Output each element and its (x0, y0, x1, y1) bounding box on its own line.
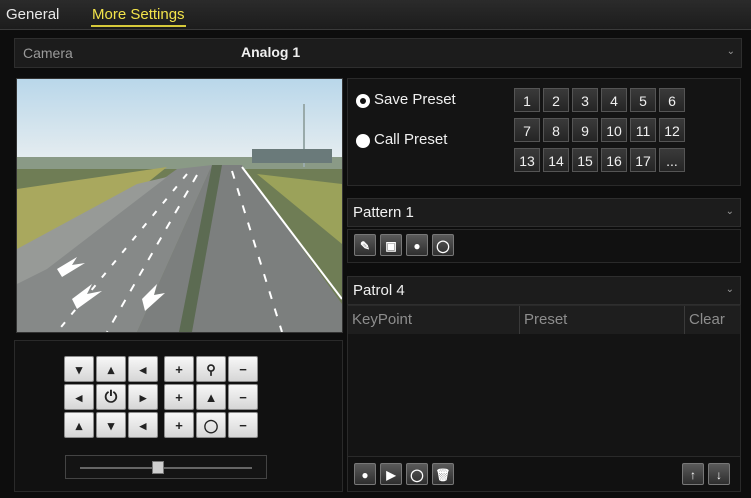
ptz-up-left-button[interactable]: ▴ (64, 412, 94, 438)
preset-number-button[interactable]: 6 (659, 88, 685, 112)
ptz-down-button[interactable]: ▾ (96, 412, 126, 438)
focus-icon[interactable]: ▲ (196, 384, 226, 410)
preset-number-button[interactable]: 13 (514, 148, 540, 172)
preset-number-button[interactable]: 8 (543, 118, 569, 142)
stop-icon[interactable]: ◯ (406, 463, 428, 485)
tab-general[interactable]: General (6, 6, 59, 23)
stop-icon[interactable]: ◯ (432, 234, 454, 256)
ptz-control-panel: ▾ ▴ ◂ + ⚲ − ◂ ⏻ ▸ + ▲ − ▴ ▾ ◂ + ◯ − (14, 340, 343, 492)
column-header-keypoint: KeyPoint (348, 306, 520, 334)
column-header-clear: Clear (685, 306, 740, 334)
patrol-toolbar: ● ▶ ◯ 🗑 ↑ ↓ (347, 456, 741, 492)
ptz-auto-rotate-button[interactable]: ⏻ (96, 384, 126, 410)
ptz-up-button[interactable]: ▴ (96, 356, 126, 382)
record-icon[interactable]: ● (406, 234, 428, 256)
call-preset-radio[interactable] (356, 134, 370, 148)
preset-number-button[interactable]: 10 (601, 118, 627, 142)
patrol-value: Patrol 4 (353, 282, 405, 299)
camera-value: Analog 1 (241, 44, 301, 60)
preset-number-button[interactable]: 16 (601, 148, 627, 172)
preset-number-button[interactable]: 1 (514, 88, 540, 112)
chevron-down-icon: ⌄ (726, 46, 735, 57)
focus-near-button[interactable]: + (164, 384, 194, 410)
pattern-toolbar: ✎ ▣ ● ◯ (347, 229, 741, 263)
zoom-in-button[interactable]: + (164, 356, 194, 382)
preset-number-button[interactable]: 11 (630, 118, 656, 142)
preset-panel: Save Preset Call Preset 1 2 3 4 5 6 7 8 … (347, 78, 741, 186)
iris-close-button[interactable]: − (228, 412, 258, 438)
camera-select[interactable]: Camera Analog 1 ⌄ (14, 38, 742, 68)
preset-number-button[interactable]: 7 (514, 118, 540, 142)
camera-label: Camera (23, 45, 73, 61)
preset-number-button[interactable]: 2 (543, 88, 569, 112)
iris-icon[interactable]: ◯ (196, 412, 226, 438)
preset-number-button[interactable]: 9 (572, 118, 598, 142)
zoom-out-button[interactable]: − (228, 356, 258, 382)
preset-number-button[interactable]: 12 (659, 118, 685, 142)
ptz-down-right-button[interactable]: ◂ (128, 412, 158, 438)
pattern-value: Pattern 1 (353, 204, 414, 221)
save-icon[interactable]: ▣ (380, 234, 402, 256)
trash-icon[interactable]: 🗑 (432, 463, 454, 485)
chevron-down-icon: ⌄ (725, 206, 734, 217)
ptz-left-arrow-button[interactable]: ◂ (64, 384, 94, 410)
pattern-select[interactable]: Pattern 1 ⌄ (347, 198, 741, 227)
ptz-down-left-button[interactable]: ▾ (64, 356, 94, 382)
patrol-select[interactable]: Patrol 4 ⌄ (347, 276, 741, 305)
zoom-icon[interactable]: ⚲ (196, 356, 226, 382)
pencil-icon[interactable]: ✎ (354, 234, 376, 256)
column-header-preset: Preset (520, 306, 685, 334)
ptz-left-button[interactable]: ◂ (128, 356, 158, 382)
iris-open-button[interactable]: + (164, 412, 194, 438)
move-down-icon[interactable]: ↓ (708, 463, 730, 485)
live-video-view[interactable] (16, 78, 343, 333)
preset-number-button[interactable]: 15 (572, 148, 598, 172)
play-icon[interactable]: ▶ (380, 463, 402, 485)
ptz-speed-slider[interactable] (65, 455, 267, 479)
preset-number-button[interactable]: 4 (601, 88, 627, 112)
chevron-down-icon: ⌄ (725, 284, 734, 295)
call-preset-label: Call Preset (374, 131, 448, 148)
preset-number-button[interactable]: 3 (572, 88, 598, 112)
move-up-icon[interactable]: ↑ (682, 463, 704, 485)
slider-knob[interactable] (152, 461, 165, 474)
preset-number-button[interactable]: 17 (630, 148, 656, 172)
tab-more-settings[interactable]: More Settings (91, 6, 186, 27)
preset-number-button[interactable]: 5 (630, 88, 656, 112)
patrol-keypoint-table: KeyPoint Preset Clear (347, 305, 741, 457)
preset-more-button[interactable]: ... (659, 148, 685, 172)
preset-number-button[interactable]: 14 (543, 148, 569, 172)
tab-bar: General More Settings (0, 0, 751, 30)
save-preset-radio[interactable] (356, 94, 370, 108)
ptz-right-button[interactable]: ▸ (128, 384, 158, 410)
slider-track (80, 467, 252, 469)
save-preset-label: Save Preset (374, 91, 456, 108)
add-keypoint-icon[interactable]: ● (354, 463, 376, 485)
focus-far-button[interactable]: − (228, 384, 258, 410)
